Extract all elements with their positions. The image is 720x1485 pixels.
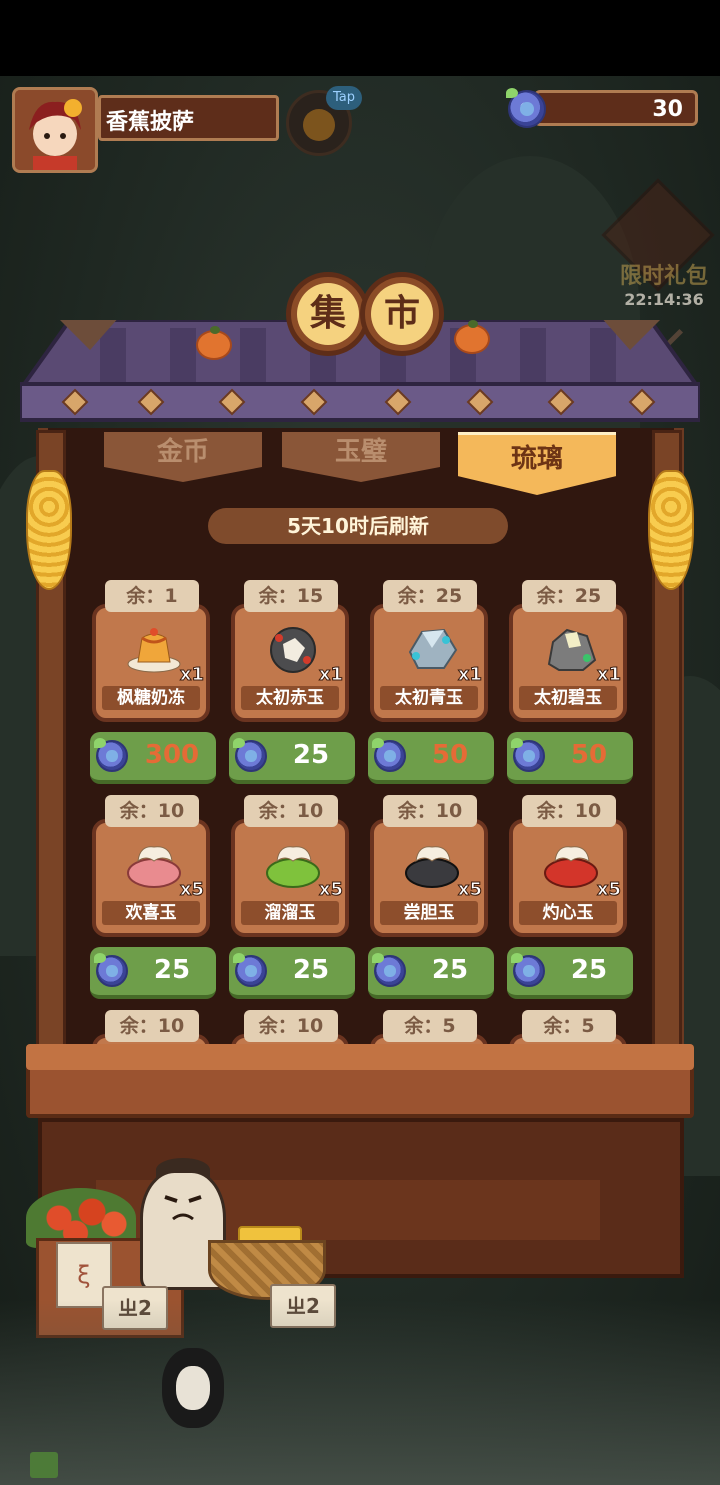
buy-button[interactable]: 25 (507, 947, 633, 999)
item-stock: 余：1 (105, 580, 199, 612)
market-title-char: 市 (371, 283, 433, 345)
item-price: 25 (292, 955, 330, 985)
item-grid: x1 枫糖奶冻 余：1 300 x1 太初赤玉 余：15 25 x1 太初青玉 … (86, 578, 646, 1048)
item-price: 300 (144, 740, 200, 770)
item-price: 25 (292, 740, 330, 770)
item-name: 太初青玉 (380, 686, 478, 710)
item-quantity: x1 (596, 664, 621, 686)
item-name: 灼心玉 (519, 901, 617, 925)
item-card[interactable]: x5 尝胆玉 (370, 819, 488, 937)
item-name: 太初碧玉 (519, 686, 617, 710)
item-quantity: x1 (457, 664, 482, 686)
limited-offer-timer: 22:14:36 (624, 290, 704, 309)
item-stock: 余：10 (244, 1010, 338, 1042)
item-card[interactable]: x5 欢喜玉 (92, 819, 210, 937)
item-quantity: x5 (596, 879, 621, 901)
item-quantity: x1 (179, 664, 204, 686)
item-stock: 余：5 (522, 1010, 616, 1042)
avatar-portrait-icon (15, 90, 95, 170)
persimmon-icon (454, 320, 490, 354)
currency-amount: 30 (652, 97, 683, 122)
item-stock: 余：10 (105, 1010, 199, 1042)
item-stock: 余：10 (383, 795, 477, 827)
item-price: 25 (570, 955, 608, 985)
item-name: 枫糖奶冻 (102, 686, 200, 710)
buy-button[interactable]: 25 (90, 947, 216, 999)
stall-counter-top (26, 1044, 694, 1070)
vendor-face-icon (164, 1195, 202, 1221)
item-card[interactable]: x1 太初青玉 (370, 604, 488, 722)
item-price: 50 (431, 740, 469, 770)
blue-ore-icon (408, 628, 458, 669)
status-bar (0, 0, 720, 76)
green-jade-icon (266, 846, 320, 888)
black-jade-icon (405, 846, 459, 888)
item-price: 50 (570, 740, 608, 770)
pink-jade-icon (127, 846, 181, 888)
item-stock: 余：25 (383, 580, 477, 612)
item-stock: 余：10 (105, 795, 199, 827)
item-quantity: x5 (179, 879, 204, 901)
foreground-mist (0, 1300, 720, 1485)
item-card[interactable]: x5 灼心玉 (509, 819, 627, 937)
jade-currency-icon (506, 88, 546, 128)
item-name: 溜溜玉 (241, 901, 339, 925)
green-ore-icon (547, 628, 597, 671)
jade-currency-icon (511, 738, 545, 772)
jade-currency-icon (511, 953, 545, 987)
penguin-character[interactable] (162, 1348, 224, 1428)
currency-bar: 30 (534, 90, 698, 126)
item-name: 太初赤玉 (241, 686, 339, 710)
item-stock: 余：5 (383, 1010, 477, 1042)
jade-currency-icon (372, 738, 406, 772)
red-ore-icon (270, 627, 316, 673)
jade-currency-icon (372, 953, 406, 987)
item-card[interactable]: x1 太初碧玉 (509, 604, 627, 722)
item-card[interactable]: x1 枫糖奶冻 (92, 604, 210, 722)
item-price: 25 (153, 955, 191, 985)
buy-button[interactable]: 25 (368, 947, 494, 999)
market-title-char: 集 (297, 283, 359, 345)
corn-decoration-icon (26, 470, 72, 590)
buy-button[interactable]: 300 (90, 732, 216, 784)
player-avatar[interactable] (12, 87, 98, 173)
persimmon-icon (196, 326, 232, 360)
item-quantity: x5 (318, 879, 343, 901)
item-name: 欢喜玉 (102, 901, 200, 925)
corn-decoration-icon (648, 470, 694, 590)
item-stock: 余：25 (522, 580, 616, 612)
item-card[interactable]: x1 太初赤玉 (231, 604, 349, 722)
item-stock: 余：10 (522, 795, 616, 827)
buy-button[interactable]: 25 (229, 732, 355, 784)
refresh-countdown: 5天10时后刷新 (208, 508, 508, 544)
jade-currency-icon (233, 953, 267, 987)
market-title-disc: 集 (286, 272, 370, 356)
item-name: 尝胆玉 (380, 901, 478, 925)
buy-button[interactable]: 50 (507, 732, 633, 784)
item-stock: 余：15 (244, 580, 338, 612)
tap-label[interactable]: Tap (326, 86, 362, 110)
jade-currency-icon (94, 738, 128, 772)
jade-currency-icon (233, 738, 267, 772)
jade-currency-icon (94, 953, 128, 987)
item-price: 25 (431, 955, 469, 985)
limited-offer-label[interactable]: 限时礼包 (612, 258, 716, 290)
item-card[interactable]: x5 溜溜玉 (231, 819, 349, 937)
item-quantity: x1 (318, 664, 343, 686)
item-quantity: x5 (457, 879, 482, 901)
buy-button[interactable]: 50 (368, 732, 494, 784)
player-name-bar: 香蕉披萨 (98, 95, 279, 141)
market-title-disc: 市 (360, 272, 444, 356)
player-name: 香蕉披萨 (106, 110, 195, 135)
menu-button[interactable] (30, 1452, 58, 1478)
buy-button[interactable]: 25 (229, 947, 355, 999)
item-stock: 余：10 (244, 795, 338, 827)
pudding-icon (127, 628, 181, 673)
red-jade-icon (544, 846, 598, 888)
